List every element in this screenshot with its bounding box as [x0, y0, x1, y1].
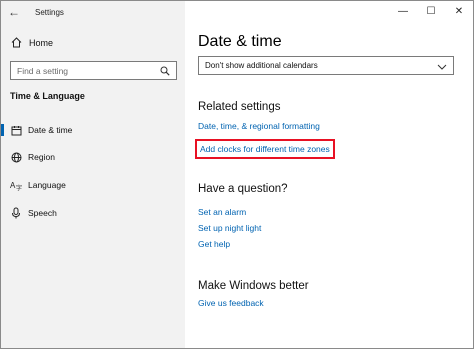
- search-icon[interactable]: [156, 66, 174, 76]
- sidebar: ← Settings Home Time & Language Date & t…: [1, 1, 185, 348]
- sidebar-item-label: Date & time: [28, 125, 73, 135]
- close-icon: ✕: [454, 5, 464, 17]
- sidebar-item-date-time[interactable]: Date & time: [1, 119, 185, 141]
- minimize-icon: —: [398, 5, 408, 17]
- section-title: Time & Language: [10, 91, 85, 101]
- svg-text:字: 字: [16, 184, 22, 191]
- question-heading: Have a question?: [198, 183, 288, 195]
- dropdown-value: Don't show additional calendars: [205, 61, 318, 70]
- make-windows-better-heading: Make Windows better: [198, 280, 309, 292]
- night-light-link[interactable]: Set up night light: [198, 223, 261, 233]
- set-alarm-link[interactable]: Set an alarm: [198, 207, 246, 217]
- title-bar: ← Settings: [1, 1, 185, 23]
- sidebar-item-label: Region: [28, 152, 55, 162]
- back-button[interactable]: ←: [1, 1, 27, 23]
- window-controls: — ☐ ✕: [389, 1, 473, 23]
- selection-indicator: [1, 124, 4, 136]
- search-input[interactable]: [11, 65, 156, 76]
- home-link[interactable]: Home: [9, 37, 53, 48]
- sidebar-item-label: Language: [28, 180, 66, 190]
- calendar-icon: [10, 125, 22, 136]
- regional-formatting-link[interactable]: Date, time, & regional formatting: [198, 121, 320, 131]
- home-label: Home: [29, 37, 54, 48]
- home-icon: [9, 37, 23, 48]
- related-settings-heading: Related settings: [198, 101, 281, 113]
- app-title: Settings: [35, 7, 64, 17]
- get-help-link[interactable]: Get help: [198, 239, 230, 249]
- back-arrow-icon: ←: [8, 5, 20, 19]
- maximize-button[interactable]: ☐: [417, 1, 445, 21]
- microphone-icon: [10, 207, 22, 219]
- settings-window: ← Settings Home Time & Language Date & t…: [0, 0, 474, 349]
- feedback-link[interactable]: Give us feedback: [198, 298, 264, 308]
- sidebar-item-region[interactable]: Region: [1, 146, 185, 168]
- globe-icon: [10, 152, 22, 163]
- sidebar-item-label: Speech: [28, 208, 57, 218]
- search-box[interactable]: [10, 61, 177, 80]
- main-content: — ☐ ✕ Date & time Don't show additional …: [185, 1, 473, 348]
- maximize-icon: ☐: [426, 5, 436, 17]
- sidebar-item-speech[interactable]: Speech: [1, 202, 185, 224]
- add-clocks-link[interactable]: Add clocks for different time zones: [195, 139, 335, 159]
- additional-calendars-dropdown[interactable]: Don't show additional calendars: [198, 56, 454, 75]
- close-button[interactable]: ✕: [445, 1, 473, 21]
- minimize-button[interactable]: —: [389, 1, 417, 21]
- page-title: Date & time: [198, 33, 282, 50]
- language-icon: A字: [10, 180, 22, 191]
- sidebar-item-language[interactable]: A字 Language: [1, 174, 185, 196]
- chevron-down-icon: [437, 57, 447, 75]
